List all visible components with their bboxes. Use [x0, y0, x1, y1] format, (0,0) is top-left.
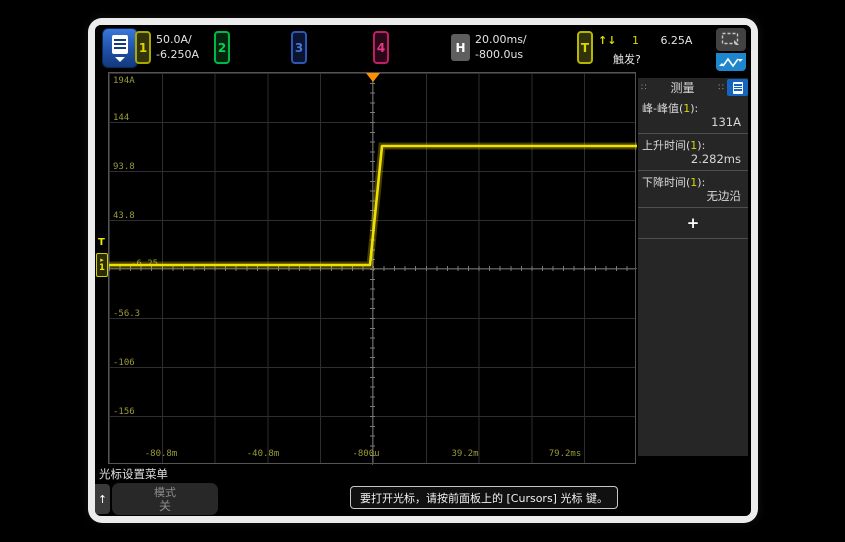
softkey-mode-button[interactable]: 模式 关 — [112, 483, 218, 515]
menu-icon — [112, 35, 128, 54]
zoom-region-icon — [721, 32, 741, 47]
measurement-value: 2.282ms — [642, 152, 744, 167]
measurement-value: 131A — [642, 115, 744, 130]
oscilloscope-screen: 1 50.0A/ -6.250A 2 3 4 H 20.00ms/ -800.0… — [95, 25, 751, 516]
measurement-panel-title: 测量 — [650, 79, 716, 96]
measurement-label-suffix: ): — [697, 176, 705, 189]
softkey-label: 模式 — [154, 486, 176, 499]
channel-4-button[interactable]: 4 — [373, 31, 389, 64]
horizontal-readout: 20.00ms/ -800.0us — [475, 32, 527, 62]
measurement-row[interactable]: 下降时间(1): 无边沿 — [638, 171, 748, 208]
channel-1-offset: -6.250A — [156, 47, 199, 62]
softkey-menu-title: 光标设置菜单 — [99, 466, 168, 482]
channel-1-ground-marker[interactable]: ▸ 1 — [96, 253, 108, 277]
measurement-label: 上升时间( — [642, 139, 690, 152]
main-menu-button[interactable] — [102, 28, 138, 68]
trigger-readout: ↑↓ 1 6.25A — [598, 34, 692, 47]
marker-channel-number: 1 — [99, 264, 105, 273]
trigger-level-marker[interactable]: T — [98, 237, 105, 248]
channel-2-button[interactable]: 2 — [214, 31, 230, 64]
measurement-panel-header: ∷ 测量 ∷ — [638, 78, 748, 97]
trigger-level-value: 6.25A — [660, 34, 692, 47]
measurement-label-suffix: ): — [690, 102, 698, 115]
measurement-row[interactable]: 上升时间(1): 2.282ms — [638, 134, 748, 171]
zoom-region-button[interactable] — [716, 28, 746, 51]
oscilloscope-bezel: 1 50.0A/ -6.250A 2 3 4 H 20.00ms/ -800.0… — [88, 18, 758, 523]
drag-handle-icon[interactable]: ∷ — [638, 83, 650, 93]
trigger-status: 触发? — [613, 51, 641, 67]
measurement-menu-button[interactable] — [727, 79, 748, 96]
measurement-label-suffix: ): — [697, 139, 705, 152]
channel-1-scale: 50.0A/ — [156, 32, 199, 47]
trigger-position-marker[interactable] — [366, 73, 380, 82]
measurement-panel: ∷ 测量 ∷ 峰-峰值(1): 131A 上升时间(1): 2.282ms 下降… — [638, 78, 748, 456]
channel-3-button[interactable]: 3 — [291, 31, 307, 64]
measurement-row[interactable]: 峰-峰值(1): 131A — [638, 97, 748, 134]
info-message: 要打开光标，请按前面板上的 [Cursors] 光标 键。 — [350, 486, 618, 509]
waveform-compare-icon — [719, 56, 743, 69]
list-icon — [733, 82, 743, 94]
channel-1-button[interactable]: 1 — [135, 31, 151, 64]
add-measurement-button[interactable]: + — [638, 208, 748, 239]
timebase-delay: -800.0us — [475, 47, 527, 62]
channel-1-readout: 50.0A/ -6.250A — [156, 32, 199, 62]
status-bar: 1 50.0A/ -6.250A 2 3 4 H 20.00ms/ -800.0… — [95, 25, 751, 72]
measurement-label: 峰-峰值( — [642, 102, 683, 115]
horizontal-button[interactable]: H — [451, 34, 470, 61]
drag-handle-icon[interactable]: ∷ — [715, 83, 727, 93]
waveform-display: 194A 144 93.8 43.8 -56.3 -106 -156 -80.8… — [108, 72, 636, 464]
channel-1-trace — [109, 73, 637, 465]
trigger-slope-icon: ↑↓ — [598, 34, 616, 47]
softkey-value: 关 — [159, 499, 171, 513]
measurement-value: 无边沿 — [642, 189, 744, 204]
back-up-button[interactable]: ↑ — [95, 484, 110, 514]
timebase-scale: 20.00ms/ — [475, 32, 527, 47]
waveform-compare-button[interactable] — [716, 53, 746, 71]
measurement-label: 下降时间( — [642, 176, 690, 189]
chevron-down-icon — [115, 57, 125, 62]
trigger-button[interactable]: T — [577, 31, 593, 64]
trigger-source: 1 — [632, 34, 639, 47]
